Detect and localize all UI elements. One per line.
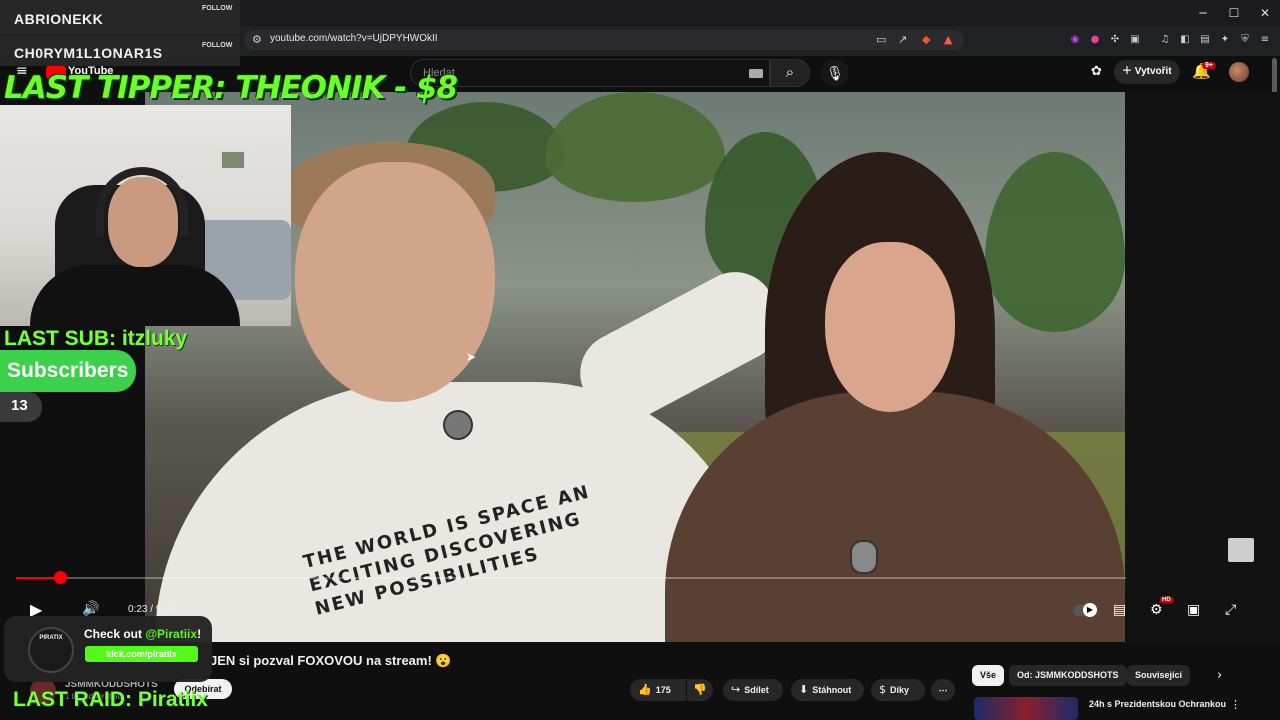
video-title: JEN si pozval FOXOVOU na stream! 😮	[210, 653, 452, 668]
more-icon: ⋯	[938, 685, 948, 695]
url-text[interactable]: youtube.com/watch?v=UjDPYHWOkII	[270, 33, 438, 44]
recommended-menu-icon[interactable]: ⋮	[1230, 698, 1241, 711]
create-label: Vytvořit	[1134, 66, 1172, 77]
last-sub-label: LAST SUB: itzluky	[4, 327, 188, 350]
hd-badge: HD	[1160, 597, 1173, 603]
thumbs-down-icon: 👎	[693, 683, 707, 696]
player-side-area	[1125, 92, 1280, 642]
like-count: 175	[655, 685, 671, 695]
voice-search-button[interactable]: 🎙	[821, 59, 849, 87]
subscribers-label: Subscribers	[7, 359, 129, 382]
more-actions-button[interactable]: ⋯	[931, 679, 955, 701]
browser-menu-icon[interactable]: ≡	[1258, 33, 1272, 47]
progress-bar[interactable]	[16, 577, 1126, 579]
subtitles-icon[interactable]: ▤	[1113, 602, 1126, 618]
promo-handle: @Piratiix	[145, 627, 198, 641]
video-player[interactable]: THE WORLD IS SPACE AN EXCITING DISCOVERI…	[145, 92, 1125, 642]
autoplay-knob-icon[interactable]: ▶	[1083, 603, 1097, 617]
follower-name: CH0RYM1L1ONAR1S	[14, 45, 163, 61]
woman-face	[825, 242, 955, 412]
follower-name: ABRIONEKK	[14, 11, 104, 27]
plant-leaf	[545, 92, 725, 202]
sidebar-toggle-icon[interactable]: ◧	[1178, 33, 1192, 47]
like-button[interactable]: 👍 175	[630, 679, 686, 701]
vpn-icon[interactable]: ⛨	[1238, 33, 1252, 47]
lavalier-mic	[850, 540, 878, 574]
address-bar[interactable]: ⚙ youtube.com/watch?v=UjDPYHWOkII ▭ ↗ ◆ …	[244, 30, 964, 50]
create-button[interactable]: ＋ Vytvořit	[1114, 60, 1180, 84]
share-icon: ↪	[731, 683, 741, 696]
chevron-right-icon[interactable]: ›	[1217, 668, 1222, 683]
search-input[interactable]: Hledat	[410, 59, 770, 87]
volume-icon[interactable]: 🔊	[82, 601, 99, 617]
promo-text: Check out @Piratiix!	[84, 627, 201, 641]
recommended-thumbnail[interactable]	[974, 697, 1078, 720]
streamer-body	[30, 265, 240, 326]
piratix-logo: PIRATIX	[28, 627, 74, 673]
brave-shield-icon[interactable]: ◆	[922, 33, 930, 46]
kick-link: kick.com/piratiix	[85, 646, 198, 662]
piratix-logo-text: PIRATIX	[39, 635, 63, 641]
share-button[interactable]: ↪ Sdílet	[723, 679, 783, 701]
man-face	[295, 162, 495, 402]
man-arm	[566, 257, 794, 437]
share-page-icon[interactable]: ↗	[898, 33, 907, 46]
puzzle-extensions-icon[interactable]: ✣	[1108, 33, 1122, 47]
wall-picture	[220, 150, 246, 170]
close-window-button[interactable]: ✕	[1254, 4, 1276, 22]
dislike-button[interactable]: 👎	[687, 679, 713, 701]
maximize-button[interactable]: ☐	[1223, 4, 1245, 22]
site-settings-icon[interactable]: ⚙	[252, 33, 262, 46]
cast-icon[interactable]: ▭	[876, 33, 886, 46]
follow-tag: FOLLOW	[202, 5, 233, 12]
thanks-label: Díky	[890, 685, 910, 695]
last-raid-label: LAST RAID: Piratiix	[13, 688, 208, 711]
progress-scrubber[interactable]	[54, 571, 68, 584]
mouse-cursor-icon: ➤	[466, 350, 477, 364]
reading-list-icon[interactable]: ▣	[1128, 33, 1142, 47]
follower-alert-panel: CH0RYM1L1ONAR1S FOLLOW	[0, 36, 240, 66]
media-icon[interactable]: ♫	[1158, 33, 1172, 47]
headset	[96, 167, 188, 237]
follower-alert-panel: ABRIONEKK FOLLOW	[0, 0, 240, 34]
promo-prefix: Check out	[84, 627, 146, 641]
time-display: 0:23 / 9:34	[128, 604, 176, 615]
subscribers-count: 13	[11, 397, 28, 414]
chip-related[interactable]: Související	[1127, 665, 1191, 686]
settings-gear-icon[interactable]: ⚙	[1150, 602, 1163, 618]
brave-rewards-icon[interactable]: ▲	[944, 33, 952, 46]
channel-watermark[interactable]	[1228, 538, 1254, 562]
thumbs-up-icon: 👍	[638, 683, 652, 696]
streamer-webcam	[0, 105, 291, 326]
leo-ai-icon[interactable]: ✦	[1218, 33, 1232, 47]
plant-leaf	[985, 152, 1125, 332]
studio-icon[interactable]: ✿	[1091, 64, 1102, 79]
miniplayer-icon[interactable]: ▣	[1187, 602, 1200, 618]
thanks-button[interactable]: $ Díky	[871, 679, 925, 701]
wallet-icon[interactable]: ▤	[1198, 33, 1212, 47]
keyboard-icon[interactable]	[749, 69, 763, 78]
thanks-icon: $	[879, 683, 886, 696]
follow-tag: FOLLOW	[202, 42, 233, 49]
minimize-button[interactable]: ─	[1192, 4, 1214, 22]
search-icon: ⌕	[785, 64, 795, 81]
chip-all[interactable]: Vše	[972, 665, 1005, 686]
recommended-title[interactable]: 24h s Prezidentskou Ochrankou	[1089, 699, 1226, 709]
microphone-icon: 🎙	[826, 65, 844, 81]
promo-suffix: !	[197, 627, 202, 641]
woman-top	[665, 392, 1125, 642]
download-button[interactable]: ⬇ Stáhnout	[791, 679, 864, 701]
download-icon: ⬇	[799, 683, 809, 696]
chip-from-channel[interactable]: Od: JSMMKODDSHOTS	[1009, 665, 1127, 686]
download-label: Stáhnout	[812, 685, 852, 695]
share-label: Sdílet	[744, 685, 769, 695]
lavalier-mic	[443, 410, 473, 440]
extension-icon[interactable]: ●	[1088, 33, 1102, 47]
fullscreen-icon[interactable]: ⤢	[1225, 602, 1236, 618]
last-tipper-banner: LAST TIPPER: THEONIK - $8	[4, 70, 458, 106]
notification-badge: 9+	[1202, 62, 1216, 69]
account-avatar[interactable]	[1229, 62, 1249, 82]
extension-icon[interactable]: ◉	[1068, 33, 1082, 47]
search-button[interactable]: ⌕	[770, 59, 810, 87]
